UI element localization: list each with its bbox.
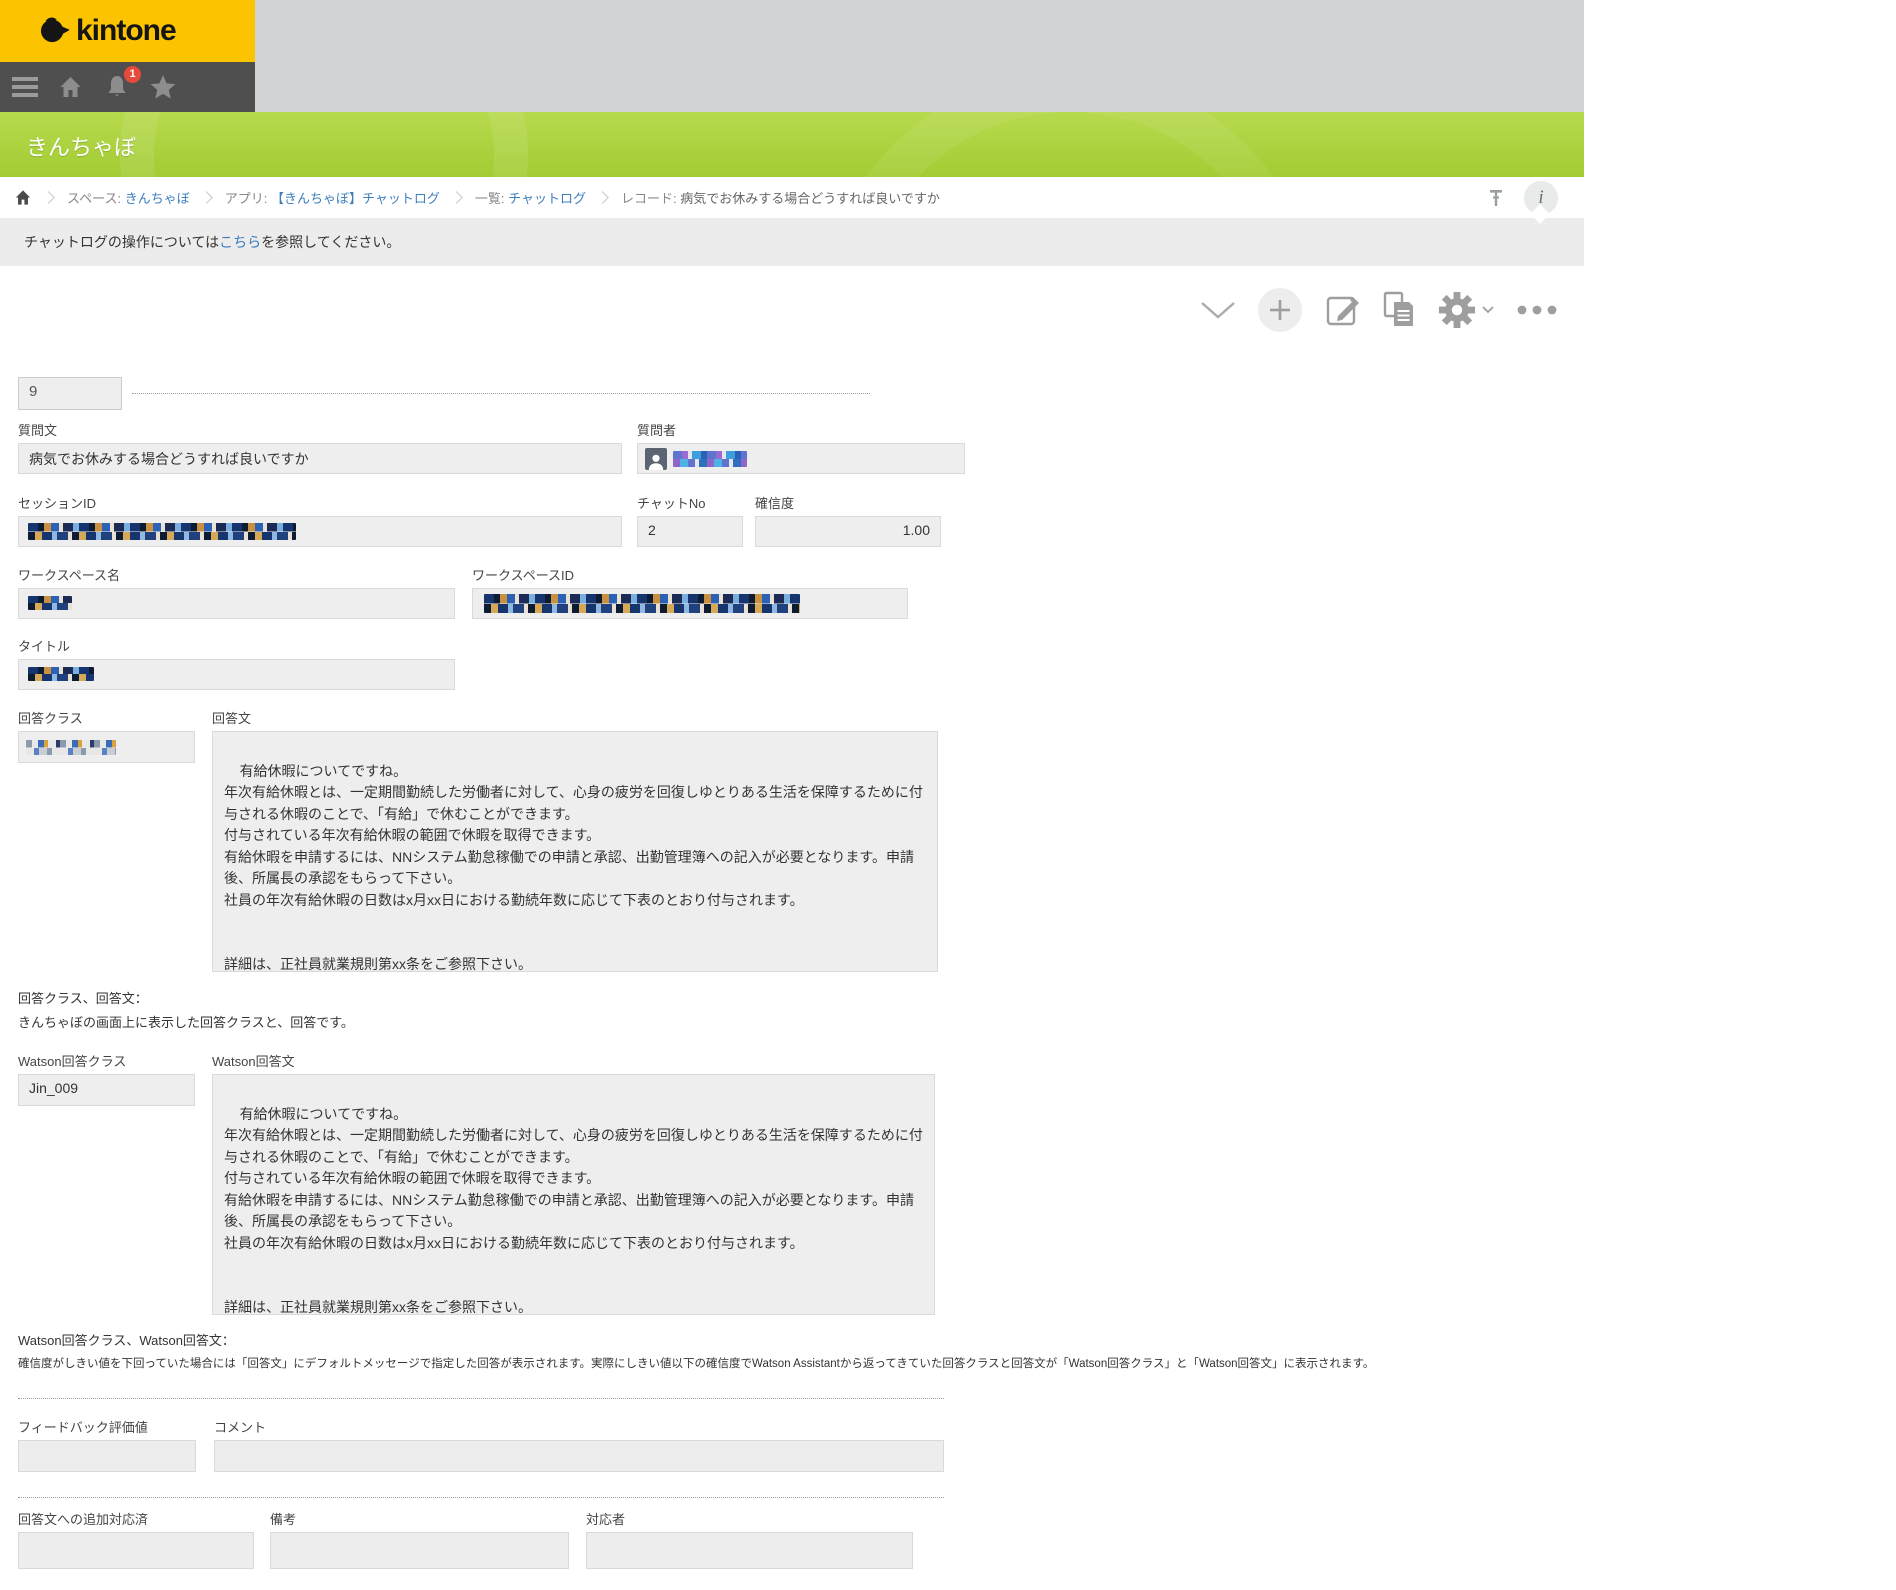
field-group-divider (132, 393, 870, 394)
session-id-label: セッションID (18, 493, 96, 512)
duplicate-record-icon[interactable] (1382, 291, 1416, 329)
breadcrumb-link-view[interactable]: チャットログ (508, 191, 586, 206)
breadcrumb-link-app[interactable]: 【きんちゃぼ】チャットログ (271, 191, 440, 206)
notification-count-badge: 1 (124, 66, 141, 83)
workspace-id-redacted-value (484, 594, 800, 613)
global-nav-bar: 1 (0, 62, 255, 112)
watson-note-title: Watson回答クラス、Watson回答文： (18, 1330, 235, 1349)
handled-field (18, 1532, 254, 1569)
answer-text-field: 有給休暇についてですね。 年次有給休暇とは、一定期間勤続した労働者に対して、心身… (212, 731, 938, 972)
collapse-chevron-icon[interactable] (1200, 300, 1236, 320)
title-label: タイトル (18, 636, 70, 655)
home-icon[interactable] (58, 75, 84, 99)
settings-gear-icon[interactable] (1438, 291, 1476, 329)
breadcrumb-separator-icon (200, 191, 213, 204)
kintone-logo: kintone (38, 14, 176, 48)
space-header: きんちゃぼ (0, 112, 1584, 177)
handler-field (586, 1532, 913, 1569)
breadcrumb-link-space[interactable]: きんちゃぼ (125, 191, 190, 206)
header-background (255, 0, 1584, 112)
breadcrumb-home-icon[interactable] (14, 189, 32, 206)
title-redacted-value (28, 667, 94, 681)
notification-bell-icon[interactable]: 1 (106, 75, 132, 99)
workspace-name-field (18, 588, 455, 619)
breadcrumb-item-space: スペース: きんちゃぼ (67, 188, 190, 207)
add-record-icon[interactable] (1258, 288, 1302, 332)
record-toolbar (0, 266, 1584, 355)
answer-text-label: 回答文 (212, 708, 251, 727)
confidence-label: 確信度 (755, 493, 794, 512)
favorite-star-icon[interactable] (150, 75, 176, 99)
hamburger-menu-icon[interactable] (12, 75, 38, 99)
breadcrumb-item-record: レコード: 病気でお休みする場合どうすれば良いですか (621, 188, 940, 207)
notice-text: チャットログの操作については (24, 234, 219, 250)
feedback-label: フィードバック評価値 (18, 1417, 148, 1436)
remarks-field (270, 1532, 569, 1569)
chat-no-field: 2 (637, 516, 743, 547)
breadcrumb-separator-icon (42, 191, 55, 204)
more-options-icon[interactable] (1516, 305, 1558, 315)
watson-text-label: Watson回答文 (212, 1051, 295, 1070)
kintone-logo-block[interactable]: kintone (0, 0, 255, 62)
breadcrumb-separator-icon (596, 191, 609, 204)
questioner-redacted-value (673, 451, 747, 467)
space-title: きんちゃぼ (26, 130, 136, 162)
field-group-divider (18, 1497, 944, 1498)
kintone-logo-text: kintone (76, 14, 176, 48)
question-field: 病気でお休みする場合どうすれば良いですか (18, 443, 622, 474)
breadcrumb-item-view: 一覧: チャットログ (475, 188, 586, 207)
confidence-field: 1.00 (755, 516, 941, 547)
answer-class-label: 回答クラス (18, 708, 83, 727)
watson-class-label: Watson回答クラス (18, 1051, 126, 1070)
breadcrumb-separator-icon (450, 191, 463, 204)
questioner-label: 質問者 (637, 420, 676, 439)
record-number-field: 9 (18, 377, 122, 410)
edit-record-icon[interactable] (1324, 292, 1360, 328)
handler-label: 対応者 (586, 1509, 625, 1528)
settings-dropdown-chevron-icon[interactable] (1482, 306, 1494, 314)
workspace-name-redacted-value (28, 596, 72, 610)
kintone-bird-icon (38, 15, 70, 48)
comment-label: コメント (214, 1417, 266, 1436)
kintone-record-page: kintone 1 きんちゃぼ スペース: きんちゃぼ アプ (0, 0, 1896, 1590)
watson-text-field: 有給休暇についてですね。 年次有給休暇とは、一定期間勤続した労働者に対して、心身… (212, 1074, 935, 1315)
breadcrumb-item-app: アプリ: 【きんちゃぼ】チャットログ (225, 188, 440, 207)
feedback-field (18, 1440, 196, 1472)
watson-class-field: Jin_009 (18, 1074, 195, 1106)
watson-note-body: 確信度がしきい値を下回っていた場合には「回答文」にデフォルトメッセージで指定した… (18, 1355, 1458, 1371)
question-label: 質問文 (18, 420, 57, 439)
answer-class-redacted-value (26, 740, 116, 755)
workspace-id-label: ワークスペースID (472, 565, 574, 584)
field-group-divider (18, 1398, 944, 1399)
chat-no-label: チャットNo (637, 493, 706, 512)
workspace-name-label: ワークスペース名 (18, 565, 120, 584)
notice-link[interactable]: こちら (219, 234, 261, 250)
answer-note-body: きんちゃぼの画面上に表示した回答クラスと、回答です。 (18, 1012, 354, 1031)
notice-bar: チャットログの操作についてはこちらを参照してください。 (0, 218, 1584, 266)
pin-icon[interactable] (1486, 188, 1506, 208)
handled-label: 回答文への追加対応済 (18, 1509, 148, 1528)
session-id-redacted-value (28, 523, 296, 540)
user-avatar-icon (645, 448, 667, 470)
comment-field (214, 1440, 944, 1472)
breadcrumb: スペース: きんちゃぼ アプリ: 【きんちゃぼ】チャットログ 一覧: チャットロ… (0, 177, 1584, 218)
answer-note-title: 回答クラス、回答文： (18, 988, 148, 1007)
remarks-label: 備考 (270, 1509, 296, 1528)
